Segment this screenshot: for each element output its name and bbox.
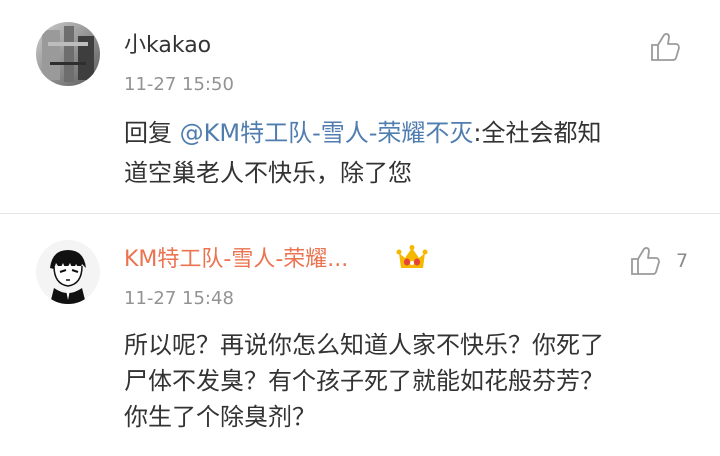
comment-line: 所以呢？再说你怎么知道人家不快乐？你死了 <box>124 331 604 359</box>
avatar[interactable] <box>36 240 100 304</box>
timestamp: 11-27 15:50 <box>124 74 234 95</box>
comment-line: 道空巢老人不快乐，除了您 <box>124 159 412 187</box>
comment-item: KM特工队-雪人-荣耀... 11-27 15:48 7 所以呢？再说你怎么知道… <box>0 214 720 456</box>
username[interactable]: KM特工队-雪人-荣耀... <box>124 247 348 273</box>
comment-text: 回复 @KM特工队-雪人-荣耀不灭:全社会都知 道空巢老人不快乐，除了您 <box>124 113 700 193</box>
thumbs-up-icon[interactable] <box>628 244 662 278</box>
comment-text: 所以呢？再说你怎么知道人家不快乐？你死了 尸体不发臭？有个孩子死了就能如花般芬芳… <box>124 327 700 435</box>
comment-text-part: :全社会都知 <box>473 119 602 147</box>
like-count: 7 <box>676 250 689 272</box>
avatar[interactable] <box>36 22 100 86</box>
timestamp: 11-27 15:48 <box>124 288 234 309</box>
comment-line: 回复 @KM特工队-雪人-荣耀不灭:全社会都知 <box>124 113 700 153</box>
comment-line: 你生了个除臭剂？ <box>124 403 316 431</box>
username[interactable]: 小kakao <box>124 33 211 59</box>
comment-line: 尸体不发臭？有个孩子死了就能如花般芬芳？ <box>124 367 604 395</box>
thumbs-up-icon[interactable] <box>648 30 682 64</box>
reply-prefix: 回复 <box>124 119 180 147</box>
comment-item: 小kakao 11-27 15:50 回复 @KM特工队-雪人-荣耀不灭:全社会… <box>0 0 720 214</box>
vip-crown-icon[interactable] <box>396 244 428 272</box>
mention-link[interactable]: @KM特工队-雪人-荣耀不灭 <box>180 119 474 147</box>
